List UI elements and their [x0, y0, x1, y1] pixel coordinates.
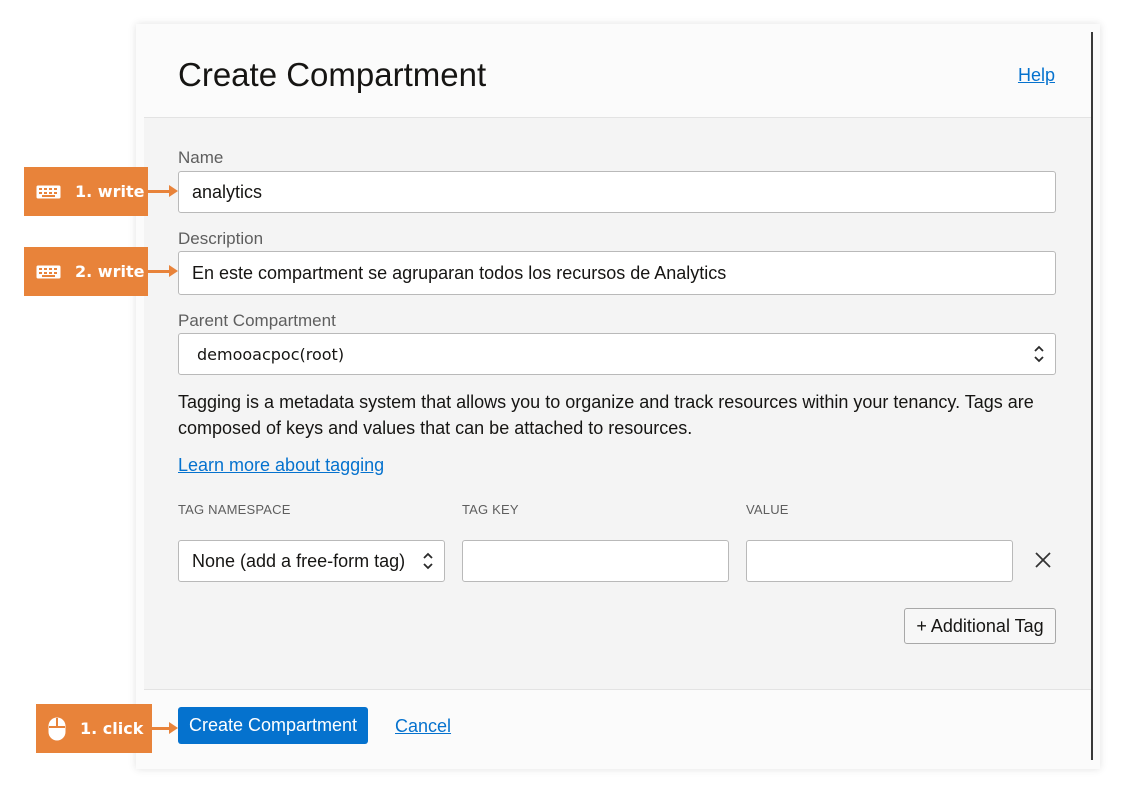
create-compartment-button[interactable]: Create Compartment	[178, 707, 368, 744]
help-link[interactable]: Help	[1018, 65, 1055, 86]
callout-arrow	[148, 265, 178, 277]
learn-more-tagging-link[interactable]: Learn more about tagging	[178, 455, 384, 476]
callout-text: 2. write	[75, 262, 145, 281]
keyboard-icon	[36, 265, 61, 279]
dialog-title: Create Compartment	[178, 56, 487, 93]
callout-text: 1. write	[75, 182, 145, 201]
description-input[interactable]: En este compartment se agruparan todos l…	[178, 251, 1056, 295]
callout-click-create: 1. click	[36, 704, 152, 753]
dialog-header: Create Compartment Help	[144, 32, 1091, 118]
cancel-link[interactable]: Cancel	[395, 716, 451, 737]
name-input-value: analytics	[192, 181, 263, 202]
callout-arrow	[152, 722, 178, 734]
tag-key-input[interactable]	[462, 540, 729, 582]
name-label: Name	[178, 148, 224, 167]
select-chevron-icon	[423, 552, 433, 570]
parent-compartment-value: demooacpoc(root)	[197, 344, 345, 364]
callout-write-description: 2. write	[24, 247, 148, 296]
mouse-icon	[48, 717, 66, 741]
tag-value-header: VALUE	[746, 502, 789, 517]
tagging-help-text: Tagging is a metadata system that allows…	[178, 392, 1034, 438]
remove-tag-close-icon[interactable]	[1032, 549, 1054, 571]
callout-text: 1. click	[80, 719, 144, 738]
name-input[interactable]: analytics	[178, 171, 1056, 213]
parent-compartment-label: Parent Compartment	[178, 311, 336, 330]
parent-compartment-select[interactable]: demooacpoc(root)	[178, 333, 1056, 375]
callout-arrow	[148, 185, 178, 197]
callout-write-name: 1. write	[24, 167, 148, 216]
dialog-divider	[1091, 32, 1093, 760]
select-chevron-icon	[1034, 345, 1044, 363]
description-input-value: En este compartment se agruparan todos l…	[192, 262, 727, 283]
tag-namespace-header: TAG NAMESPACE	[178, 502, 291, 517]
keyboard-icon	[36, 185, 61, 199]
tag-key-header: TAG KEY	[462, 502, 519, 517]
description-label: Description	[178, 229, 264, 248]
tag-namespace-select[interactable]: None (add a free-form tag)	[178, 540, 445, 582]
additional-tag-button[interactable]: + Additional Tag	[904, 608, 1056, 644]
tag-namespace-value: None (add a free-form tag)	[192, 550, 406, 571]
tag-value-input[interactable]	[746, 540, 1013, 582]
